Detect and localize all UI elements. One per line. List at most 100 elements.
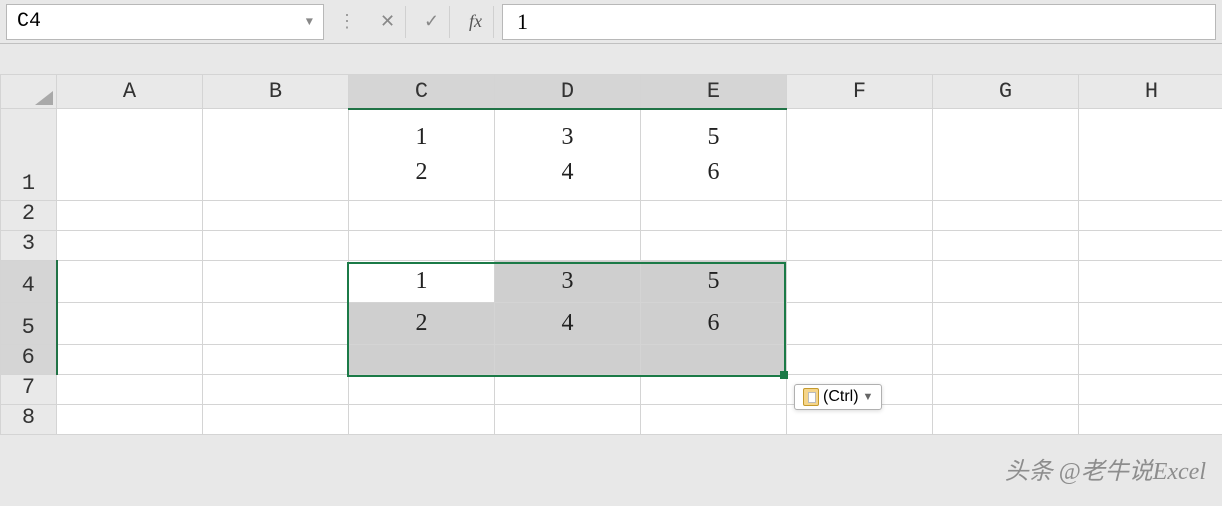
- row-header-2[interactable]: 2: [1, 201, 57, 231]
- col-header-E[interactable]: E: [641, 75, 787, 109]
- name-box[interactable]: C4 ▼: [6, 4, 324, 40]
- cell-B1[interactable]: [203, 109, 349, 201]
- table-row: 8: [1, 405, 1222, 435]
- row-header-1[interactable]: 1: [1, 109, 57, 201]
- cell-F3[interactable]: [787, 231, 933, 261]
- row-header-5[interactable]: 5: [1, 303, 57, 345]
- row-header-8[interactable]: 8: [1, 405, 57, 435]
- table-row: 7: [1, 375, 1222, 405]
- cell-B7[interactable]: [203, 375, 349, 405]
- cell-E4[interactable]: 5: [641, 261, 787, 303]
- cell-D2[interactable]: [495, 201, 641, 231]
- row-header-3[interactable]: 3: [1, 231, 57, 261]
- cell-E7[interactable]: [641, 375, 787, 405]
- cell-C7[interactable]: [349, 375, 495, 405]
- cell-C1[interactable]: 12: [349, 109, 495, 201]
- cell-B3[interactable]: [203, 231, 349, 261]
- cell-E6[interactable]: [641, 345, 787, 375]
- cell-E3[interactable]: [641, 231, 787, 261]
- cell-H7[interactable]: [1079, 375, 1222, 405]
- table-row: 2: [1, 201, 1222, 231]
- paste-options-button[interactable]: (Ctrl) ▼: [794, 384, 882, 410]
- cell-A2[interactable]: [57, 201, 203, 231]
- cell-G2[interactable]: [933, 201, 1079, 231]
- row-header-4[interactable]: 4: [1, 261, 57, 303]
- cell-C2[interactable]: [349, 201, 495, 231]
- cell-C3[interactable]: [349, 231, 495, 261]
- cell-G4[interactable]: [933, 261, 1079, 303]
- formula-input[interactable]: 1: [502, 4, 1216, 40]
- select-all-corner[interactable]: [1, 75, 57, 109]
- cell-B2[interactable]: [203, 201, 349, 231]
- cell-C6[interactable]: [349, 345, 495, 375]
- confirm-button[interactable]: ✓: [414, 6, 450, 38]
- cell-A8[interactable]: [57, 405, 203, 435]
- cell-A7[interactable]: [57, 375, 203, 405]
- cell-D3[interactable]: [495, 231, 641, 261]
- cell-F1[interactable]: [787, 109, 933, 201]
- col-header-G[interactable]: G: [933, 75, 1079, 109]
- row-header-6[interactable]: 6: [1, 345, 57, 375]
- cell-H8[interactable]: [1079, 405, 1222, 435]
- col-header-A[interactable]: A: [57, 75, 203, 109]
- cell-B6[interactable]: [203, 345, 349, 375]
- cell-A3[interactable]: [57, 231, 203, 261]
- table-row: 5 2 4 6: [1, 303, 1222, 345]
- col-header-H[interactable]: H: [1079, 75, 1222, 109]
- cell-A5[interactable]: [57, 303, 203, 345]
- cancel-icon: ✕: [380, 11, 395, 32]
- cell-E2[interactable]: [641, 201, 787, 231]
- cell-F5[interactable]: [787, 303, 933, 345]
- spreadsheet-grid[interactable]: A B C D E F G H 1 12 34 56: [0, 74, 1222, 435]
- name-box-dropdown-icon[interactable]: ▼: [306, 15, 313, 29]
- cell-E1[interactable]: 56: [641, 109, 787, 201]
- cell-B8[interactable]: [203, 405, 349, 435]
- cell-E8[interactable]: [641, 405, 787, 435]
- formula-value: 1: [517, 9, 528, 35]
- cell-G3[interactable]: [933, 231, 1079, 261]
- cell-C5[interactable]: 2: [349, 303, 495, 345]
- cell-G5[interactable]: [933, 303, 1079, 345]
- col-header-D[interactable]: D: [495, 75, 641, 109]
- table-row: 4 1 3 5: [1, 261, 1222, 303]
- cell-G8[interactable]: [933, 405, 1079, 435]
- cell-C4[interactable]: 1: [349, 261, 495, 303]
- cell-G7[interactable]: [933, 375, 1079, 405]
- cell-H2[interactable]: [1079, 201, 1222, 231]
- cell-H3[interactable]: [1079, 231, 1222, 261]
- cell-H6[interactable]: [1079, 345, 1222, 375]
- cell-D4[interactable]: 3: [495, 261, 641, 303]
- cell-A6[interactable]: [57, 345, 203, 375]
- cell-D5[interactable]: 4: [495, 303, 641, 345]
- cell-H1[interactable]: [1079, 109, 1222, 201]
- row-header-7[interactable]: 7: [1, 375, 57, 405]
- cell-F4[interactable]: [787, 261, 933, 303]
- cell-F6[interactable]: [787, 345, 933, 375]
- cell-D8[interactable]: [495, 405, 641, 435]
- cell-G6[interactable]: [933, 345, 1079, 375]
- name-box-value: C4: [17, 10, 41, 33]
- col-header-B[interactable]: B: [203, 75, 349, 109]
- table-row: 1 12 34 56: [1, 109, 1222, 201]
- cell-H4[interactable]: [1079, 261, 1222, 303]
- fx-icon: fx: [469, 11, 482, 32]
- cell-B4[interactable]: [203, 261, 349, 303]
- insert-function-button[interactable]: fx: [458, 6, 494, 38]
- col-header-C[interactable]: C: [349, 75, 495, 109]
- cell-H5[interactable]: [1079, 303, 1222, 345]
- divider-icon: ⋮: [332, 11, 362, 32]
- col-header-F[interactable]: F: [787, 75, 933, 109]
- cell-D7[interactable]: [495, 375, 641, 405]
- cell-D1[interactable]: 34: [495, 109, 641, 201]
- cell-D6[interactable]: [495, 345, 641, 375]
- cell-G1[interactable]: [933, 109, 1079, 201]
- cell-E5[interactable]: 6: [641, 303, 787, 345]
- cell-F2[interactable]: [787, 201, 933, 231]
- formula-bar: C4 ▼ ⋮ ✕ ✓ fx 1: [0, 0, 1222, 44]
- cell-A4[interactable]: [57, 261, 203, 303]
- cancel-button[interactable]: ✕: [370, 6, 406, 38]
- clipboard-icon: [803, 388, 819, 406]
- cell-A1[interactable]: [57, 109, 203, 201]
- cell-C8[interactable]: [349, 405, 495, 435]
- cell-B5[interactable]: [203, 303, 349, 345]
